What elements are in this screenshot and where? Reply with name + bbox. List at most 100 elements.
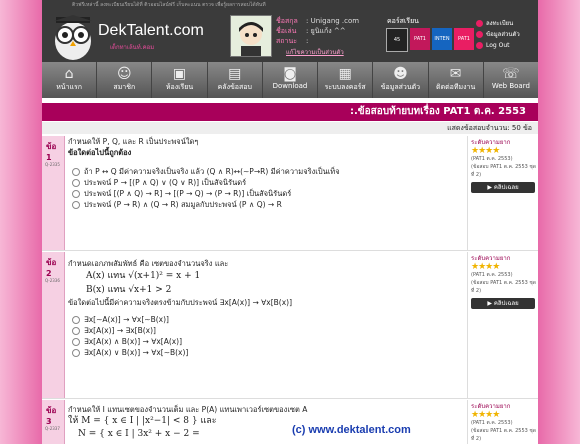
radio-button[interactable] [72,327,80,335]
course-badges: 45 PAT1 INTEN PAT1 [386,28,474,52]
register-link[interactable]: ลงทะเบียน [476,18,520,29]
nav-member[interactable]: ☺ สมาชิก [97,62,153,98]
nav-label: สมาชิก [113,83,136,91]
nav-download[interactable]: ◙ Download [263,62,319,98]
definition-a: A(x) แทน √(x+1)² = x + 1 [86,271,201,281]
option-text: ถ้า P ↔ Q มีค่าความจริงเป็นจริง แล้ว (Q … [84,167,340,176]
option-text: ∃x[A(x)] → ∃x[B(x)] [84,326,156,335]
nav-profile[interactable]: ☻ ข้อมูลส่วนตัว [373,62,429,98]
answer-option[interactable]: ถ้า P ↔ Q มีค่าความจริงเป็นจริง แล้ว (Q … [68,166,466,177]
page-title-text: :.ข้อสอบท้ายบทเรื่อง PAT1 ต.ค. 2553 [350,106,526,117]
contact-icon: ✉ [449,66,462,82]
logout-icon [476,42,483,49]
question-number: ข้อ 3 [46,406,57,426]
course-badge[interactable]: 45 [386,28,408,52]
nav-label: ห้องเรียน [165,83,194,91]
question-prompt: ข้อใดต่อไปนี้ถูกต้อง [68,148,132,157]
question-side-panel: ระดับความยาก ★★★★ (PAT1 ต.ค. 2553) (ข้อส… [467,136,538,250]
site-header: DekTalent.com เด็กทาเล้นท์.คอม ชื่อสกุล:… [42,10,538,62]
option-text: ∃x[A(x) ∧ B(x)] → ∀x[A(x)] [84,337,183,346]
logout-label: Log Out [486,42,510,49]
answer-option[interactable]: ∃x[A(x)] → ∃x[B(x)] [68,325,466,336]
profile-link[interactable]: ข้อมูลส่วนตัว [476,29,520,40]
answer-option[interactable]: ∃x[∼A(x)] → ∀x[∼B(x)] [68,314,466,325]
question-block: ข้อ 3 Q-2337 กำหนดให้ I แทนเซตของจำนวนเต… [42,400,538,444]
answer-option[interactable]: ∃x[A(x) ∧ B(x)] → ∀x[A(x)] [68,336,466,347]
profile-label: ข้อมูลส่วนตัว [486,31,520,38]
nav-label: Web Board [491,82,530,90]
solution-clip-button[interactable]: ▶ คลิปเฉลย [471,182,535,193]
exam-source-detail: (ข้อสอบ PAT1 ต.ค. 2553 ชุดที่ 2) [471,428,537,442]
page-title: :.ข้อสอบท้ายบทเรื่อง PAT1 ต.ค. 2553 [42,103,538,121]
question-body: กำหนดให้ P, Q, และ R เป็นประพจน์ใดๆ ข้อใ… [68,136,466,210]
nav-contact[interactable]: ✉ ติดต่อทีมงาน [429,62,484,98]
nav-label: หน้าแรก [56,83,83,91]
nav-home[interactable]: ⌂ หน้าแรก [42,62,98,98]
nav-label: Download [272,82,308,90]
house-icon: ⌂ [64,66,74,82]
question-text: กำหนดให้ P, Q, และ R เป็นประพจน์ใดๆ [68,137,199,146]
radio-button[interactable] [72,316,80,324]
question-code: Q-2335 [45,162,60,167]
nav-webboard[interactable]: ☏ Web Board [484,62,538,98]
question-count: แสดงข้อสอบจำนวน: 50 ข้อ [42,122,538,134]
nav-exam-bank[interactable]: ▤ คลังข้อสอบ [208,62,263,98]
nav-course-system[interactable]: ▦ ระบบลงคอร์ส [318,62,374,98]
solution-clip-label: คลิปเฉลย [493,184,519,191]
question-side-panel: ระดับความยาก ★★★★ (PAT1 ต.ค. 2553) (ข้อส… [467,400,538,444]
option-text: ประพจน์ [(P ∧ Q) → R] → [(P → Q) → (P → … [84,189,292,198]
difficulty-stars-icon: ★★★★ [471,410,500,420]
course-badge[interactable]: PAT1 [410,28,430,50]
brand-name[interactable]: DekTalent.com [98,22,204,40]
exam-source-detail: (ข้อสอบ PAT1 ต.ค. 2553 ชุดที่ 2) [471,164,537,178]
answer-option[interactable]: ประพจน์ [(P ∧ Q) → R] → [(P → Q) → (P → … [68,188,466,199]
radio-button[interactable] [72,168,80,176]
question-count-text: แสดงข้อสอบจำนวน: 50 ข้อ [447,124,532,132]
brand-tagline: เด็กทาเล้นท์.คอม [110,44,155,51]
name-value: Unigang .com [310,17,360,25]
course-badge[interactable]: INTEN [432,28,452,50]
nav-label: ระบบลงคอร์ส [324,83,366,91]
answer-option[interactable]: ประพจน์ (P → R) ∧ (Q → R) สมมูลกับประพจน… [68,199,466,210]
answer-option[interactable]: ประพจน์ P → [(P ∧ Q) ∨ (Q ∨ R)] เป็นสัจน… [68,177,466,188]
profile-icon [476,31,483,38]
question-block: ข้อ 1 Q-2335 กำหนดให้ P, Q, และ R เป็นปร… [42,136,538,251]
nav-classroom[interactable]: ▣ ห้องเรียน [152,62,208,98]
alias-value: ยูนิแก้ง ^^ [310,27,346,35]
solution-clip-button[interactable]: ▶ คลิปเฉลย [471,298,535,309]
question-number: ข้อ 2 [46,258,57,278]
radio-button[interactable] [72,190,80,198]
download-icon: ◙ [283,66,297,82]
owl-logo-icon[interactable] [50,13,96,61]
option-text: ประพจน์ (P → R) ∧ (Q → R) สมมูลกับประพจน… [84,200,282,209]
radio-button[interactable] [72,349,80,357]
difficulty-stars-icon: ★★★★ [471,146,500,156]
exam-source: (PAT1 ต.ค. 2553) [471,420,513,426]
question-text: กำหนดเอกภพสัมพัทธ์ คือ เซตของจำนวนจริง แ… [68,259,229,268]
option-text: ∃x[∼A(x)] → ∀x[∼B(x)] [84,315,169,324]
radio-button[interactable] [72,338,80,346]
user-info: ชื่อสกุล: Unigang .com ชื่อเล่น: ยูนิแก้… [276,17,360,45]
nav-label: ข้อมูลส่วนตัว [380,83,421,91]
question-number: ข้อ 1 [46,142,57,162]
profile-icon: ☻ [393,66,408,82]
main-nav: ⌂ หน้าแรก ☺ สมาชิก ▣ ห้องเรียน ▤ คลังข้อสอบ … [42,62,538,98]
answer-option[interactable]: ∃x[A(x) ∨ B(x)] → ∀x[∼B(x)] [68,347,466,358]
register-icon [476,20,483,27]
question-code: Q-2337 [45,426,60,431]
radio-button[interactable] [72,179,80,187]
question-body: กำหนดเอกภพสัมพัทธ์ คือ เซตของจำนวนจริง แ… [68,252,466,358]
right-pink-background [538,0,580,444]
option-text: ∃x[A(x) ∨ B(x)] → ∀x[∼B(x)] [84,348,189,357]
page-container: ติวฟรีเหล่านี้ ลงทะเบียนเรียนได้ที่ ติวอ… [42,0,538,444]
copyright-watermark: (c) www.dektalent.com [292,424,411,436]
logout-link[interactable]: Log Out [476,40,520,51]
definition-b: B(x) แทน √x+1 > 2 [86,285,172,295]
register-label: ลงทะเบียน [486,20,514,27]
edit-privacy-link[interactable]: แก้ไขความเป็นส่วนตัว [286,47,344,57]
course-badge[interactable]: PAT1 [454,28,474,50]
member-icon: ☺ [117,66,132,82]
radio-button[interactable] [72,201,80,209]
course-system-icon: ▦ [338,66,352,82]
webboard-icon: ☏ [502,66,520,82]
